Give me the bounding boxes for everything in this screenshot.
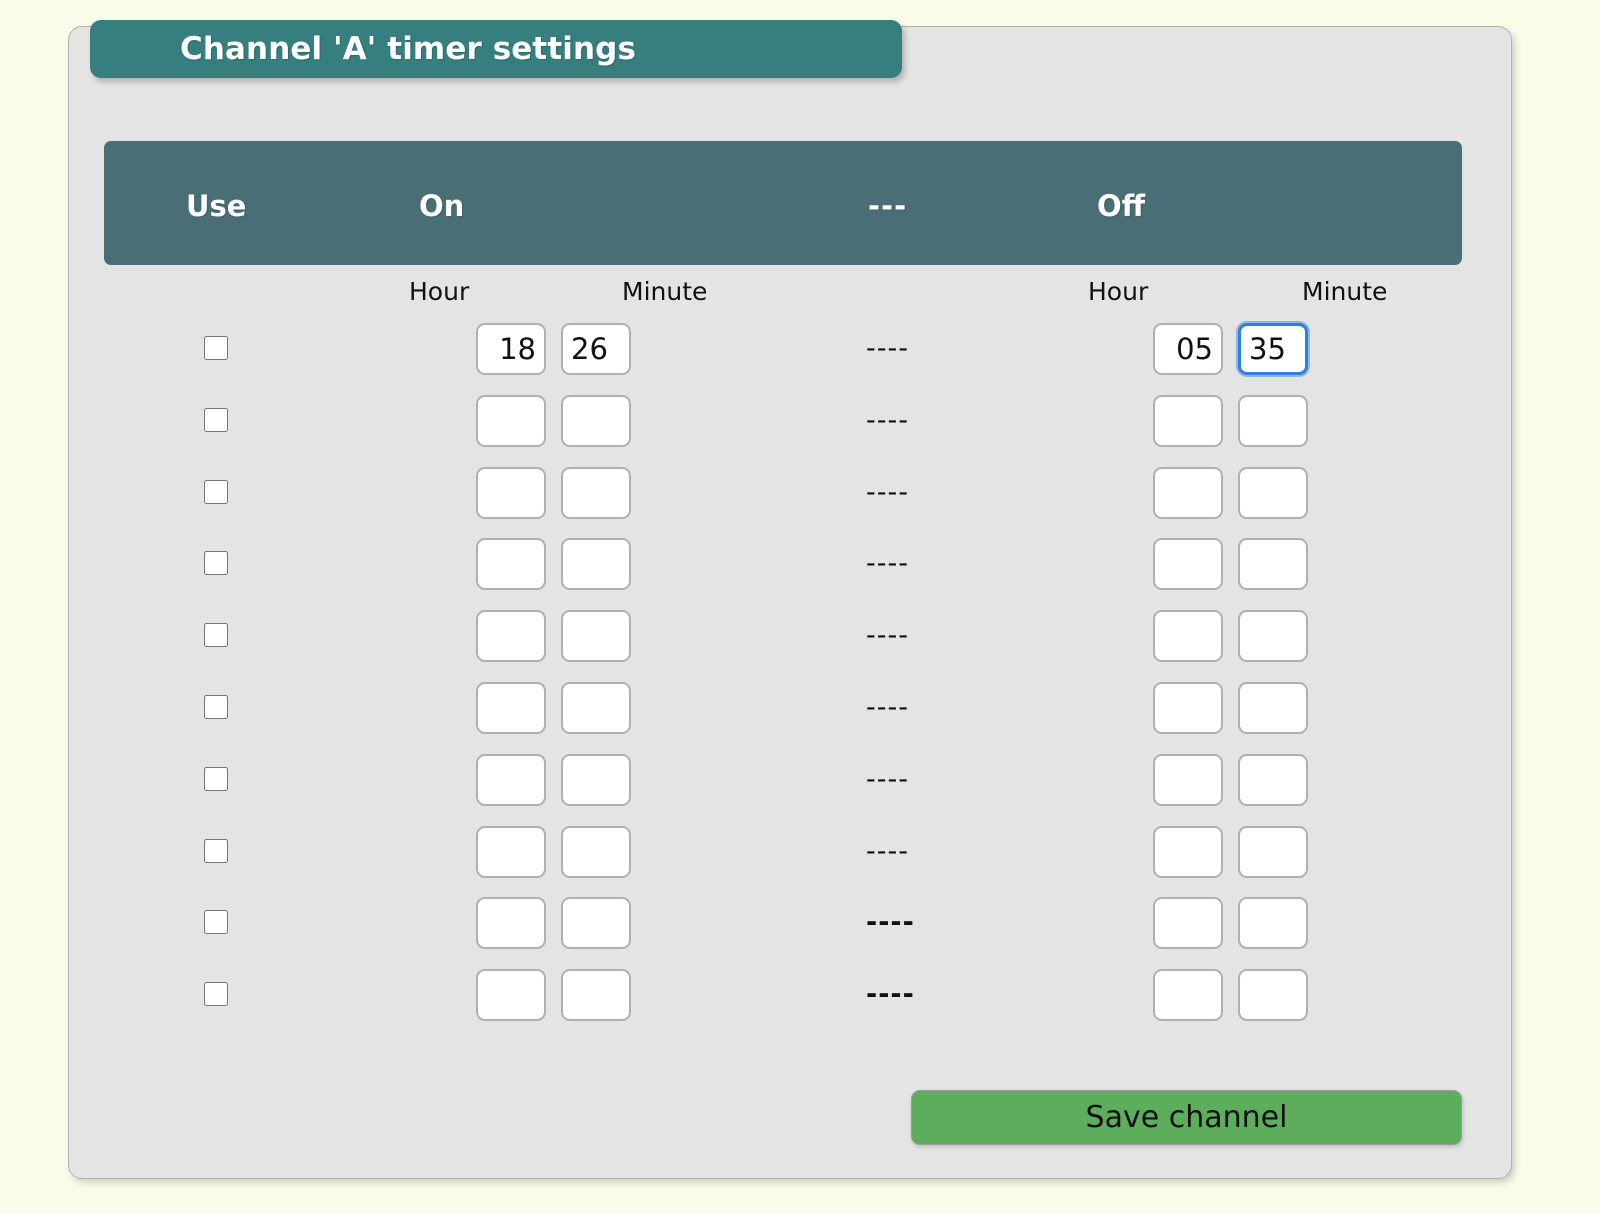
off-hour-input-row-3[interactable] (1153, 466, 1223, 519)
use-checkbox-row-1[interactable] (204, 336, 228, 360)
on-minute-input-row-3[interactable] (561, 466, 631, 519)
on-hour-input-row-9[interactable] (476, 897, 546, 950)
row-separator-dashes: ---- (866, 763, 909, 795)
table-row: ---- (0, 825, 1600, 886)
on-hour-input-row-10[interactable] (476, 969, 546, 1022)
table-row: ---- (0, 897, 1600, 957)
off-minute-input-row-9[interactable] (1238, 897, 1308, 950)
row-separator-dashes: ---- (866, 404, 909, 436)
column-header-separator: --- (868, 189, 908, 223)
page-title: Channel 'A' timer settings (180, 31, 636, 67)
use-checkbox-row-3[interactable] (204, 479, 228, 504)
table-row: ---- (0, 538, 1600, 598)
off-minute-input-row-1[interactable] (1238, 323, 1308, 375)
on-minute-input-row-8[interactable] (561, 825, 631, 878)
column-header-use: Use (186, 189, 247, 223)
off-minute-input-row-5[interactable] (1238, 610, 1308, 663)
panel-title-tab: Channel 'A' timer settings (90, 20, 902, 78)
off-hour-input-row-7[interactable] (1153, 753, 1223, 806)
table-row: ---- (0, 969, 1600, 1029)
on-minute-input-row-5[interactable] (561, 610, 631, 663)
on-hour-input-row-8[interactable] (476, 825, 546, 878)
on-minute-input-row-2[interactable] (561, 394, 631, 447)
row-separator-dashes: ---- (866, 907, 915, 939)
on-hour-input-row-2[interactable] (476, 394, 546, 447)
subheader-on-minute: Minute (622, 277, 708, 306)
row-separator-dashes: ---- (866, 548, 909, 580)
use-checkbox-row-2[interactable] (204, 407, 228, 432)
off-hour-input-row-4[interactable] (1153, 538, 1223, 591)
column-header-on: On (419, 189, 465, 223)
on-minute-input-row-10[interactable] (561, 969, 631, 1022)
on-hour-input-row-7[interactable] (476, 753, 546, 806)
off-minute-input-row-10[interactable] (1238, 969, 1308, 1022)
row-separator-dashes: ---- (866, 835, 909, 867)
row-separator-dashes: ---- (866, 692, 909, 723)
row-separator-dashes: ---- (866, 333, 909, 364)
on-minute-input-row-6[interactable] (561, 682, 631, 734)
row-separator-dashes: ---- (866, 476, 909, 508)
table-row: ---- (0, 610, 1600, 670)
use-checkbox-row-9[interactable] (204, 910, 228, 935)
on-hour-input-row-4[interactable] (476, 538, 546, 591)
subheader-off-hour: Hour (1088, 277, 1149, 306)
use-checkbox-row-7[interactable] (204, 766, 228, 791)
save-channel-button[interactable]: Save channel (911, 1090, 1462, 1145)
use-checkbox-row-10[interactable] (204, 982, 228, 1007)
off-hour-input-row-10[interactable] (1153, 969, 1223, 1022)
off-hour-input-row-9[interactable] (1153, 897, 1223, 950)
off-minute-input-row-6[interactable] (1238, 682, 1308, 734)
row-separator-dashes: ---- (866, 979, 915, 1011)
on-hour-input-row-3[interactable] (476, 466, 546, 519)
table-row: ---- (0, 323, 1600, 383)
off-minute-input-row-8[interactable] (1238, 825, 1308, 878)
on-hour-input-row-1[interactable] (476, 323, 546, 375)
column-header-bar: Use On --- Off (104, 141, 1462, 265)
off-hour-input-row-2[interactable] (1153, 394, 1223, 447)
off-hour-input-row-1[interactable] (1153, 323, 1223, 375)
off-minute-input-row-2[interactable] (1238, 394, 1308, 447)
on-minute-input-row-9[interactable] (561, 897, 631, 950)
use-checkbox-row-5[interactable] (204, 623, 228, 648)
on-minute-input-row-1[interactable] (561, 323, 631, 375)
table-row: ---- (0, 466, 1600, 527)
off-hour-input-row-6[interactable] (1153, 682, 1223, 734)
on-minute-input-row-4[interactable] (561, 538, 631, 591)
off-hour-input-row-8[interactable] (1153, 825, 1223, 878)
on-hour-input-row-6[interactable] (476, 682, 546, 734)
off-hour-input-row-5[interactable] (1153, 610, 1223, 663)
use-checkbox-row-4[interactable] (204, 551, 228, 576)
off-minute-input-row-7[interactable] (1238, 753, 1308, 806)
off-minute-input-row-4[interactable] (1238, 538, 1308, 591)
table-row: ---- (0, 394, 1600, 455)
on-hour-input-row-5[interactable] (476, 610, 546, 663)
on-minute-input-row-7[interactable] (561, 753, 631, 806)
subheader-on-hour: Hour (409, 277, 470, 306)
table-row: ---- (0, 753, 1600, 814)
row-separator-dashes: ---- (866, 620, 909, 652)
subheader-off-minute: Minute (1302, 277, 1388, 306)
use-checkbox-row-6[interactable] (204, 695, 228, 719)
table-row: ---- (0, 682, 1600, 742)
use-checkbox-row-8[interactable] (204, 838, 228, 863)
column-header-off: Off (1097, 189, 1146, 223)
off-minute-input-row-3[interactable] (1238, 466, 1308, 519)
